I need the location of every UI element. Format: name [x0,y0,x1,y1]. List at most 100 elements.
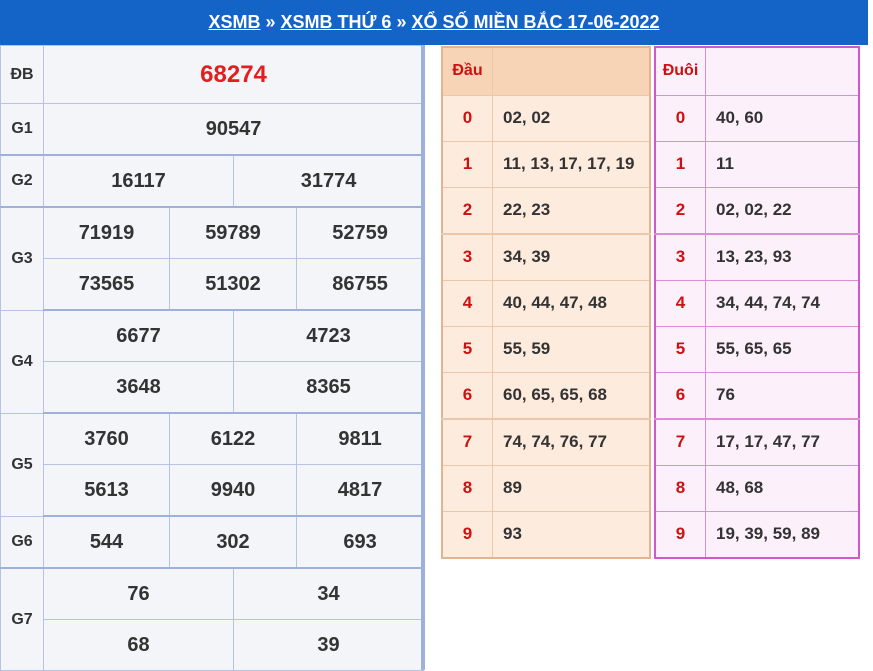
duoi-key: 6 [654,371,706,420]
prize-row-g3: G3 71919 59789 52759 [0,206,425,311]
duoi-row: 8 48, 68 [654,464,860,512]
prize-number: 39 [232,619,425,671]
duoi-key: 5 [654,325,706,373]
duoi-values: 19, 39, 59, 89 [705,510,860,558]
dau-key: 0 [441,94,493,142]
prize-label: G5 [0,412,44,517]
prize-number: 34 [232,567,425,620]
duoi-values: 76 [705,371,860,420]
duoi-values: 40, 60 [705,94,860,142]
dau-row: 6 60, 65, 65, 68 [441,371,651,420]
dau-row: 5 55, 59 [441,325,651,373]
prize-label: ĐB [0,45,44,104]
duoi-header-empty [705,46,860,96]
prize-label: G3 [0,206,44,311]
special-prize-number: 68274 [42,45,425,104]
duoi-header-row: Đuôi [654,46,860,96]
prize-row-g5: G5 3760 6122 9811 [0,412,425,517]
duoi-row: 1 11 [654,140,860,188]
prize-number: 90547 [42,103,425,156]
results-table: ĐB 68274 G1 90547 G2 16117 31774 G3 7191… [0,45,425,671]
duoi-key: 8 [654,464,706,512]
duoi-row: 7 17, 17, 47, 77 [654,418,860,466]
prize-label: G6 [0,515,44,569]
dau-values: 93 [492,510,651,558]
breadcrumb-separator: » [265,12,276,32]
prize-number: 73565 [43,258,170,311]
duoi-values: 13, 23, 93 [705,233,860,281]
dau-table: Đầu 0 02, 02 1 11, 13, 17, 17, 19 2 22, 23 … [441,46,651,559]
dau-row: 3 34, 39 [441,233,651,281]
dau-key: 8 [441,464,493,512]
dau-values: 89 [492,464,651,512]
dau-key: 6 [441,371,493,420]
prize-label: G4 [0,309,44,414]
dau-values: 55, 59 [492,325,651,373]
prize-number: 52759 [295,206,425,259]
prize-number: 4723 [232,309,425,362]
prize-row-g3-2: 73565 51302 86755 [1,258,425,311]
prize-number: 3648 [43,361,234,414]
prize-label: G2 [0,154,44,208]
duoi-table: Đuôi 0 40, 60 1 11 2 02, 02, 22 3 13, 23, 93… [654,46,860,559]
dau-key: 5 [441,325,493,373]
prize-number: 3760 [43,412,170,465]
dau-key: 2 [441,186,493,235]
prize-number: 51302 [169,258,297,311]
dau-key: 1 [441,140,493,188]
dau-values: 60, 65, 65, 68 [492,371,651,420]
prize-number: 86755 [295,258,425,311]
duoi-row: 0 40, 60 [654,94,860,142]
duoi-values: 34, 44, 74, 74 [705,279,860,327]
breadcrumb-link-xsmb[interactable]: XSMB [208,12,260,33]
prize-row-g5-2: 5613 9940 4817 [1,464,425,517]
prize-number: 4817 [295,464,425,517]
prize-number: 71919 [43,206,170,259]
dau-values: 11, 13, 17, 17, 19 [492,140,651,188]
duoi-key: 0 [654,94,706,142]
dau-row: 9 93 [441,510,651,558]
duoi-row: 2 02, 02, 22 [654,186,860,235]
prize-number: 59789 [169,206,297,259]
prize-row-g4: G4 6677 4723 [0,309,425,414]
duoi-values: 48, 68 [705,464,860,512]
dau-key: 7 [441,418,493,466]
duoi-row: 3 13, 23, 93 [654,233,860,281]
duoi-values: 02, 02, 22 [705,186,860,235]
duoi-values: 11 [705,140,860,188]
prize-number: 693 [295,515,425,569]
prize-number: 68 [43,619,234,671]
breadcrumb-link-xsmb-thu6[interactable]: XSMB THỨ 6 [280,12,391,33]
breadcrumb-link-current-date[interactable]: XỔ SỐ MIỀN BẮC 17-06-2022 [411,12,659,33]
duoi-key: 4 [654,279,706,327]
breadcrumb-separator: » [396,12,407,32]
breadcrumb: XSMB » XSMB THỨ 6 » XỔ SỐ MIỀN BẮC 17-06… [0,0,868,45]
dau-row: 7 74, 74, 76, 77 [441,418,651,466]
dau-key: 4 [441,279,493,327]
dau-row: 1 11, 13, 17, 17, 19 [441,140,651,188]
prize-number: 544 [43,515,170,569]
dau-header-empty [492,46,651,96]
dau-values: 34, 39 [492,233,651,281]
duoi-key: 9 [654,510,706,558]
prize-number: 5613 [43,464,170,517]
dau-values: 40, 44, 47, 48 [492,279,651,327]
duoi-values: 55, 65, 65 [705,325,860,373]
prize-row-g6: G6 544 302 693 [0,515,425,569]
dau-title: Đầu [441,46,493,96]
dau-values: 74, 74, 76, 77 [492,418,651,466]
prize-row-g2: G2 16117 31774 [0,154,425,208]
dau-row: 8 89 [441,464,651,512]
prize-row-g4-2: 3648 8365 [1,361,425,414]
prize-number: 302 [169,515,297,569]
prize-number: 6677 [43,309,234,362]
prize-number: 31774 [232,154,425,208]
prize-row-g1: G1 90547 [0,103,425,156]
prize-number: 6122 [169,412,297,465]
duoi-title: Đuôi [654,46,706,96]
dau-row: 0 02, 02 [441,94,651,142]
dau-key: 9 [441,510,493,558]
prize-row-g7: G7 76 34 [0,567,425,671]
duoi-row: 4 34, 44, 74, 74 [654,279,860,327]
duoi-row: 9 19, 39, 59, 89 [654,510,860,558]
